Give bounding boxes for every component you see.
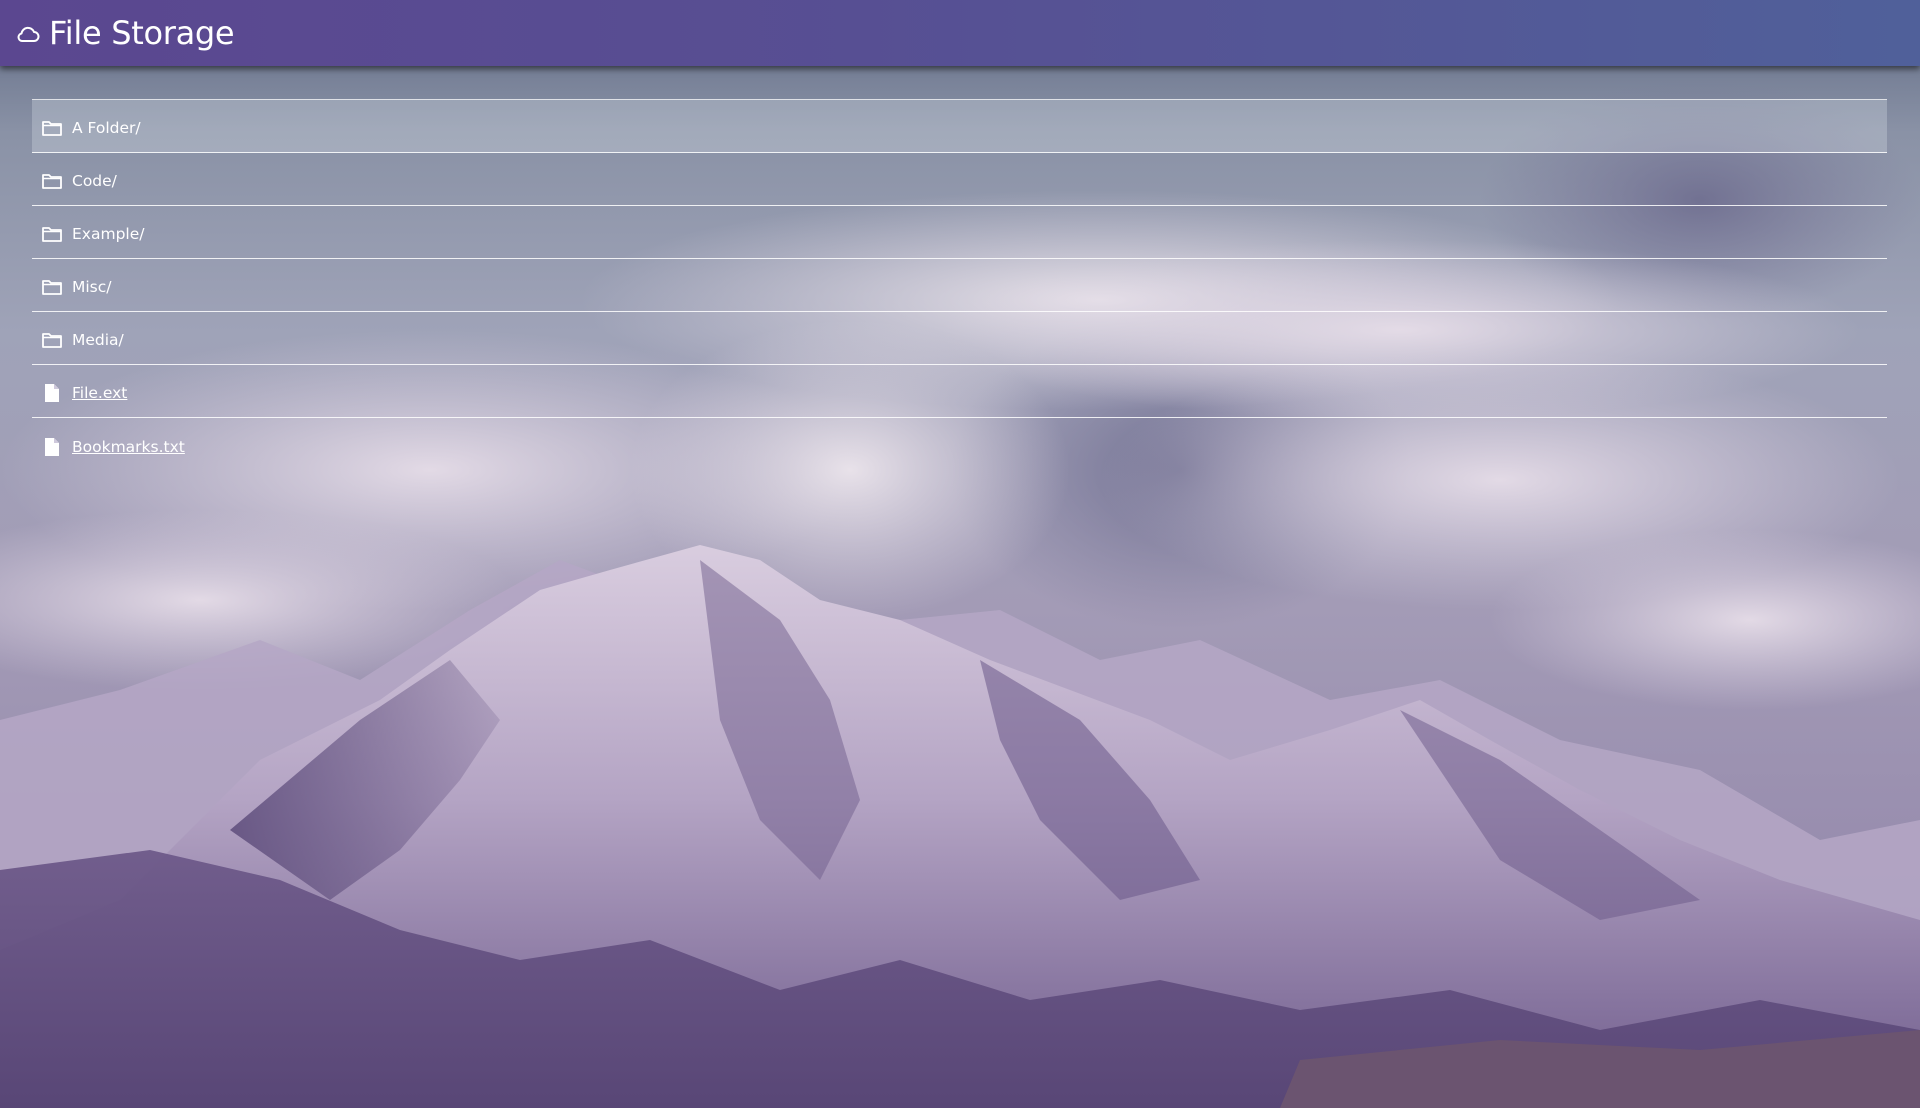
cloud-icon — [15, 21, 41, 47]
folder-icon — [42, 224, 62, 244]
folder-icon — [42, 171, 62, 191]
list-item-file[interactable]: Bookmarks.txt — [32, 418, 1887, 471]
folder-name[interactable]: Code/ — [72, 172, 117, 190]
folder-icon — [42, 330, 62, 350]
folder-name[interactable]: A Folder/ — [72, 119, 141, 137]
folder-name[interactable]: Example/ — [72, 225, 144, 243]
list-item-folder[interactable]: Example/ — [32, 206, 1887, 259]
app-header: File Storage — [0, 0, 1920, 66]
folder-icon — [42, 118, 62, 138]
app-title: File Storage — [49, 14, 235, 52]
file-link[interactable]: Bookmarks.txt — [72, 438, 185, 456]
file-icon — [42, 437, 62, 457]
folder-name[interactable]: Media/ — [72, 331, 124, 349]
list-item-folder[interactable]: Media/ — [32, 312, 1887, 365]
folder-icon — [42, 277, 62, 297]
file-link[interactable]: File.ext — [72, 384, 127, 402]
folder-name[interactable]: Misc/ — [72, 278, 112, 296]
list-item-folder[interactable]: Code/ — [32, 153, 1887, 206]
list-item-file[interactable]: File.ext — [32, 365, 1887, 418]
file-icon — [42, 383, 62, 403]
list-item-folder[interactable]: Misc/ — [32, 259, 1887, 312]
file-list: A Folder/ Code/ Example/ Misc/ Media/ Fi… — [32, 99, 1887, 471]
list-item-folder[interactable]: A Folder/ — [32, 100, 1887, 153]
